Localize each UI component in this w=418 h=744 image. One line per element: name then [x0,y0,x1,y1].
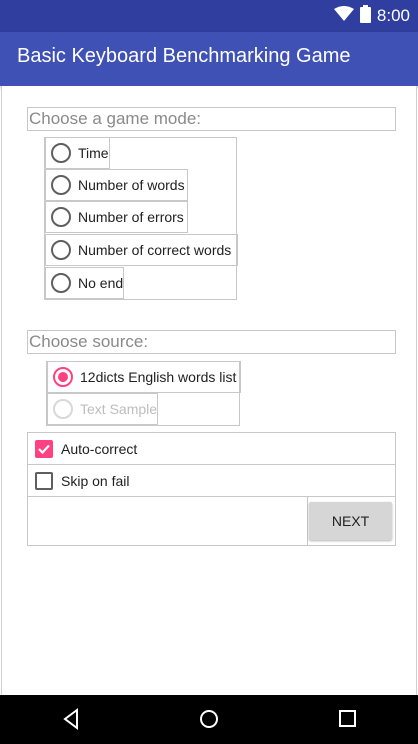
radio-number-of-words[interactable]: Number of words [45,169,188,201]
status-time: 8:00 [376,6,410,25]
radio-text-sample-label: Text Sample [80,401,158,417]
navigation-bar [0,695,418,744]
action-row-spacer [28,497,308,545]
radio-button-icon [51,175,71,195]
radio-number-of-errors[interactable]: Number of errors [45,201,188,233]
radio-number-of-correct-words[interactable]: Number of correct words [45,234,238,266]
radio-no-end[interactable]: No end [45,267,124,299]
auto-correct-checkbox[interactable]: Auto-correct [27,432,396,465]
status-bar: 8:00 [0,0,418,32]
radio-button-icon [53,399,73,419]
game-mode-radio-group: Time Number of words Number of errors Nu… [44,137,238,300]
radio-button-checked-icon [53,367,73,387]
radio-button-icon [51,240,71,260]
wifi-icon [333,5,354,27]
radio-number-of-correct-words-label: Number of correct words [78,242,232,258]
radio-time[interactable]: Time [45,137,110,169]
source-label: Choose source: [27,330,396,354]
content-area: Choose a game mode: Time Number of words… [1,86,417,695]
auto-correct-label: Auto-correct [61,440,138,457]
skip-on-fail-checkbox[interactable]: Skip on fail [27,464,396,497]
radio-text-sample[interactable]: Text Sample [47,393,158,425]
checkbox-checked-icon [35,439,53,458]
app-title: Basic Keyboard Benchmarking Game [17,45,351,67]
back-icon[interactable] [60,707,84,731]
home-icon[interactable] [197,707,221,731]
radio-button-icon [51,207,71,227]
radio-12dicts-english-words-label: 12dicts English words list [80,369,237,385]
status-icons: 8:00 [333,4,410,28]
radio-time-label: Time [78,145,109,161]
radio-number-of-errors-label: Number of errors [78,209,184,225]
app-bar: Basic Keyboard Benchmarking Game [0,32,418,86]
recents-icon[interactable] [336,707,360,731]
next-button[interactable]: NEXT [309,502,392,540]
radio-button-icon [51,143,71,163]
action-row: NEXT [27,496,396,546]
battery-icon [359,4,371,28]
checkbox-icon [35,471,53,490]
game-mode-label: Choose a game mode: [27,107,396,131]
radio-button-icon [51,273,71,293]
source-radio-group: 12dicts English words list Text Sample [46,361,241,426]
radio-no-end-label: No end [78,275,124,291]
skip-on-fail-label: Skip on fail [61,472,130,489]
radio-number-of-words-label: Number of words [78,177,185,193]
radio-12dicts-english-words[interactable]: 12dicts English words list [47,361,241,393]
